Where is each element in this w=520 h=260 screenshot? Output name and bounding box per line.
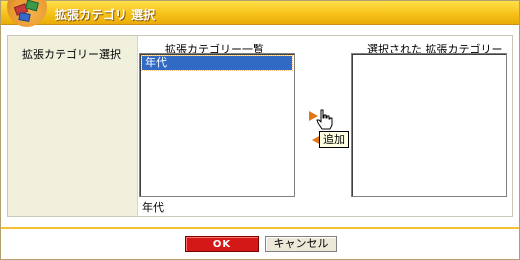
label-column: 拡張カテゴリー選択 [8, 36, 138, 216]
field-label: 拡張カテゴリー選択 [22, 48, 121, 61]
hand-pointer-icon [316, 109, 333, 130]
ok-button[interactable]: OK [185, 236, 259, 252]
add-tooltip: 追加 [319, 131, 349, 148]
footer-divider [1, 227, 519, 229]
cancel-button[interactable]: キャンセル [265, 236, 337, 252]
dialog-window: 拡張カテゴリ 選択 拡張カテゴリー選択 拡張カテゴリー一覧 選択された 拡張カテ… [0, 0, 520, 260]
list-item[interactable]: 年代 [141, 55, 293, 71]
app-logo-icon [7, 0, 47, 27]
title-bar: 拡張カテゴリ 選択 [1, 0, 519, 27]
window-title: 拡張カテゴリ 選択 [55, 8, 156, 22]
selected-categories-list[interactable] [351, 53, 507, 197]
available-caption: 年代 [142, 201, 164, 214]
available-categories-list[interactable]: 年代 [139, 53, 295, 197]
